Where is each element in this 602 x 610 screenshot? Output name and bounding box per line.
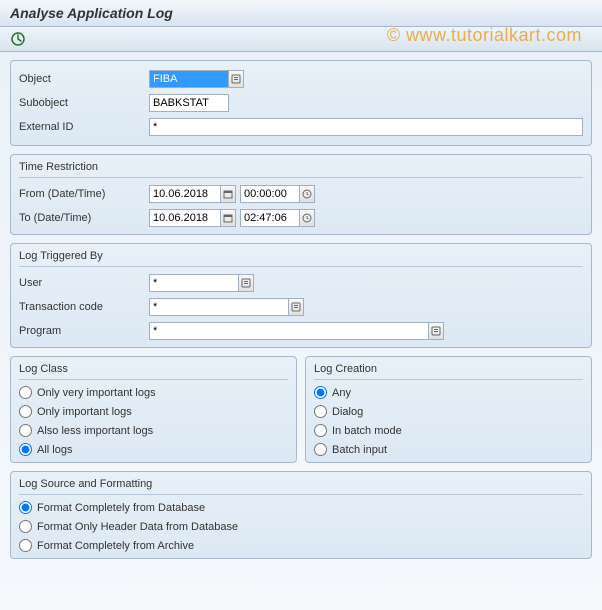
calendar-icon (223, 213, 233, 223)
log-class-label-2: Also less important logs (37, 425, 153, 437)
search-help-icon (241, 278, 251, 288)
content: Object Subobject External ID Time Restri… (0, 52, 602, 610)
to-label: To (Date/Time) (19, 212, 149, 224)
log-creation-title: Log Creation (314, 363, 583, 380)
log-creation-panel: Log Creation Any Dialog In batch mode Ba… (305, 356, 592, 463)
tcode-picker[interactable] (288, 298, 304, 316)
log-source-panel: Log Source and Formatting Format Complet… (10, 471, 592, 559)
from-date-picker[interactable] (220, 185, 236, 203)
log-class-label-3: All logs (37, 444, 72, 456)
log-source-label-1: Format Only Header Data from Database (37, 521, 238, 533)
page-title: Analyse Application Log (0, 0, 602, 27)
log-source-label-0: Format Completely from Database (37, 502, 205, 514)
object-input[interactable] (149, 70, 229, 88)
to-time-input[interactable] (240, 209, 300, 227)
log-class-radio-2[interactable] (19, 424, 32, 437)
tcode-label: Transaction code (19, 301, 149, 313)
log-creation-label-2: In batch mode (332, 425, 402, 437)
log-source-label-2: Format Completely from Archive (37, 540, 194, 552)
log-creation-radio-2[interactable] (314, 424, 327, 437)
tcode-input[interactable] (149, 298, 289, 316)
calendar-icon (223, 189, 233, 199)
log-class-panel: Log Class Only very important logs Only … (10, 356, 297, 463)
log-creation-label-1: Dialog (332, 406, 363, 418)
user-input[interactable] (149, 274, 239, 292)
from-time-input[interactable] (240, 185, 300, 203)
object-label: Object (19, 73, 149, 85)
log-class-radio-3[interactable] (19, 443, 32, 456)
log-source-title: Log Source and Formatting (19, 478, 583, 495)
log-source-radio-2[interactable] (19, 539, 32, 552)
subobject-input[interactable] (149, 94, 229, 112)
log-creation-radio-3[interactable] (314, 443, 327, 456)
search-help-icon (291, 302, 301, 312)
external-id-input[interactable] (149, 118, 583, 136)
execute-icon[interactable] (10, 31, 26, 47)
log-class-radio-1[interactable] (19, 405, 32, 418)
search-help-icon (231, 74, 241, 84)
log-source-radio-0[interactable] (19, 501, 32, 514)
selection-panel: Object Subobject External ID (10, 60, 592, 146)
from-label: From (Date/Time) (19, 188, 149, 200)
to-time-picker[interactable] (299, 209, 315, 227)
log-triggered-panel: Log Triggered By User Transaction code P… (10, 243, 592, 348)
log-class-label-1: Only important logs (37, 406, 132, 418)
external-id-label: External ID (19, 121, 149, 133)
toolbar (0, 27, 602, 52)
log-class-radio-0[interactable] (19, 386, 32, 399)
to-date-picker[interactable] (220, 209, 236, 227)
clock-icon (302, 213, 312, 223)
object-picker[interactable] (228, 70, 244, 88)
program-input[interactable] (149, 322, 429, 340)
log-class-label-0: Only very important logs (37, 387, 156, 399)
program-label: Program (19, 325, 149, 337)
from-time-picker[interactable] (299, 185, 315, 203)
user-picker[interactable] (238, 274, 254, 292)
log-creation-label-3: Batch input (332, 444, 387, 456)
time-restriction-panel: Time Restriction From (Date/Time) To (Da… (10, 154, 592, 235)
log-creation-radio-0[interactable] (314, 386, 327, 399)
search-help-icon (431, 326, 441, 336)
log-triggered-title: Log Triggered By (19, 250, 583, 267)
from-date-input[interactable] (149, 185, 221, 203)
log-source-radio-1[interactable] (19, 520, 32, 533)
user-label: User (19, 277, 149, 289)
to-date-input[interactable] (149, 209, 221, 227)
subobject-label: Subobject (19, 97, 149, 109)
time-restriction-title: Time Restriction (19, 161, 583, 178)
log-class-title: Log Class (19, 363, 288, 380)
log-creation-label-0: Any (332, 387, 351, 399)
program-picker[interactable] (428, 322, 444, 340)
log-creation-radio-1[interactable] (314, 405, 327, 418)
clock-icon (302, 189, 312, 199)
